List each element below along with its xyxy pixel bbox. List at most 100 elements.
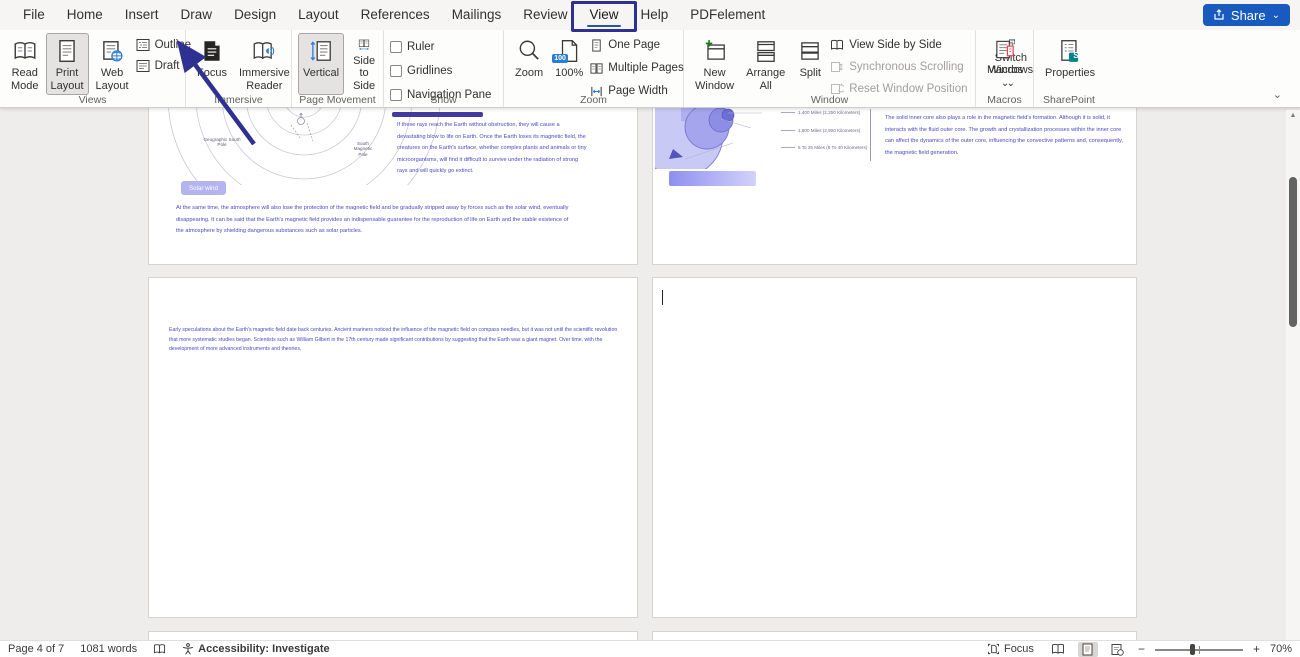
document-page-2[interactable]: 1,400 Miles (2,250 Kilometers) 1,800 Mil… <box>652 108 1137 265</box>
zoom-slider-thumb[interactable] <box>1190 644 1195 655</box>
immersive-reader-button[interactable]: Immersive Reader <box>234 33 295 95</box>
word-count[interactable]: 1081 words <box>80 643 137 655</box>
multiple-pages-button[interactable]: Multiple Pages <box>590 59 683 77</box>
print-layout-button[interactable]: Print Layout <box>46 33 89 95</box>
share-button[interactable]: Share <box>1203 4 1290 26</box>
document-canvas[interactable]: Geographic South Pole South Magnetic Pol… <box>0 108 1286 640</box>
zoom-button[interactable]: Zoom <box>510 33 548 95</box>
zoom-percentage[interactable]: 70% <box>1270 643 1292 655</box>
status-bar: Page 4 of 7 1081 words Accessibility: In… <box>0 640 1300 657</box>
ribbon-group-window: New Window Arrange All Split View Side b… <box>684 30 976 107</box>
share-caret-icon <box>1272 8 1280 23</box>
layer-label-3: 5 To 25 Miles (8 To 40 Kilometers) <box>798 145 867 150</box>
zoom-out-button[interactable] <box>1138 642 1145 656</box>
tab-design[interactable]: Design <box>223 0 287 30</box>
one-page-label: One Page <box>608 39 660 51</box>
ruler-checkbox[interactable]: Ruler <box>390 38 491 56</box>
tab-view[interactable]: View <box>578 0 629 30</box>
zoom-slider-center-notch <box>1199 646 1200 654</box>
print-layout-view-button[interactable] <box>1078 642 1098 657</box>
gridlines-label: Gridlines <box>407 65 452 77</box>
view-side-by-side-label: View Side by Side <box>849 39 941 51</box>
immersive-group-label: Immersive <box>186 94 291 106</box>
read-mode-icon <box>12 38 38 64</box>
page-indicator[interactable]: Page 4 of 7 <box>8 643 64 655</box>
vertical-button[interactable]: Vertical <box>298 33 344 95</box>
proofing-status[interactable] <box>153 643 166 655</box>
macros-label: Macros <box>987 64 1023 77</box>
focus-status-icon <box>987 643 1000 655</box>
read-mode-view-button[interactable] <box>1048 642 1068 657</box>
ruler-label: Ruler <box>407 41 434 53</box>
arrange-all-button[interactable]: Arrange All <box>741 33 790 95</box>
document-page-5[interactable] <box>148 631 638 640</box>
macros-button[interactable]: Macros <box>982 33 1028 95</box>
scrollbar-thumb[interactable] <box>1289 177 1297 327</box>
ribbon-group-macros: Macros Macros <box>976 30 1034 107</box>
document-page-6[interactable] <box>652 631 1137 640</box>
focus-label: Focus <box>197 67 227 80</box>
gridlines-checkbox[interactable]: Gridlines <box>390 62 491 80</box>
gradient-heading-bar <box>669 171 756 186</box>
zoom-in-button[interactable] <box>1253 642 1260 656</box>
ribbon-collapse-chevron-icon[interactable] <box>1273 88 1282 101</box>
scrollbar-up-arrow-icon[interactable] <box>1286 112 1300 119</box>
vertical-scrollbar[interactable] <box>1286 110 1300 640</box>
document-page-1[interactable]: Geographic South Pole South Magnetic Pol… <box>148 108 638 265</box>
ribbon-group-page-movement: Vertical Side to Side Page Movement <box>292 30 384 107</box>
zoom-100-button[interactable]: 100 100% <box>550 33 588 95</box>
layer-label-2: 1,800 Miles (2,900 Kilometers) <box>798 128 860 133</box>
synchronous-scrolling-label: Synchronous Scrolling <box>849 61 963 73</box>
tab-help[interactable]: Help <box>630 0 680 30</box>
layer-label-row: 5 To 25 Miles (8 To 40 Kilometers) <box>781 145 867 150</box>
tab-insert[interactable]: Insert <box>114 0 170 30</box>
tab-home[interactable]: Home <box>56 0 114 30</box>
properties-button[interactable]: S Properties <box>1040 33 1100 95</box>
multiple-pages-label: Multiple Pages <box>608 62 683 74</box>
tab-layout[interactable]: Layout <box>287 0 350 30</box>
leader-line <box>781 112 795 113</box>
accessibility-status[interactable]: Accessibility: Investigate <box>182 643 329 655</box>
synchronous-scrolling-button: Synchronous Scrolling <box>830 58 967 76</box>
document-page-3[interactable]: Early speculations about the Earth's mag… <box>148 277 638 618</box>
leader-line <box>781 130 795 131</box>
print-layout-icon <box>54 38 80 64</box>
side-to-side-button[interactable]: Side to Side <box>346 33 382 95</box>
draft-button[interactable]: Draft <box>136 57 191 75</box>
page-movement-group-label: Page Movement <box>292 94 383 106</box>
document-page-4[interactable] <box>652 277 1137 618</box>
tab-references[interactable]: References <box>350 0 441 30</box>
web-layout-view-button[interactable] <box>1108 642 1128 657</box>
new-window-button[interactable]: New Window <box>690 33 739 95</box>
ribbon-group-zoom: Zoom 100 100% One Page Multiple Pages <box>504 30 684 107</box>
ribbon-group-show: Ruler Gridlines Navigation Pane Show <box>384 30 504 107</box>
read-mode-button[interactable]: Read Mode <box>6 33 44 95</box>
ribbon-group-sharepoint: S Properties SharePoint <box>1034 30 1104 107</box>
arrange-all-icon <box>753 38 779 64</box>
accessibility-person-icon <box>182 643 194 655</box>
focus-button[interactable]: Focus <box>192 33 232 95</box>
zoom-slider[interactable] <box>1155 642 1243 656</box>
web-layout-button[interactable]: Web Layout <box>91 33 134 95</box>
focus-icon <box>199 38 225 64</box>
read-mode-mini-icon <box>1051 643 1065 655</box>
earth-core-diagram <box>655 108 770 169</box>
tab-pdfelement[interactable]: PDFelement <box>679 0 776 30</box>
one-page-button[interactable]: One Page <box>590 36 683 54</box>
tab-file[interactable]: File <box>12 0 56 30</box>
zoom-group-label: Zoom <box>504 94 683 106</box>
tab-review[interactable]: Review <box>512 0 578 30</box>
view-side-by-side-button[interactable]: View Side by Side <box>830 36 967 54</box>
sharepoint-group-label: SharePoint <box>1034 94 1104 106</box>
focus-status-label: Focus <box>1004 643 1034 655</box>
text-cursor <box>662 290 663 305</box>
active-tab-underline <box>587 25 620 28</box>
split-button[interactable]: Split <box>792 33 828 95</box>
tab-draw[interactable]: Draw <box>170 0 224 30</box>
focus-mode-button[interactable]: Focus <box>987 643 1034 655</box>
print-layout-mini-icon <box>1082 643 1093 656</box>
pole-label-geographic: Geographic South Pole <box>201 137 243 148</box>
tab-mailings[interactable]: Mailings <box>441 0 513 30</box>
outline-icon <box>136 38 150 52</box>
outline-button[interactable]: Outline <box>136 36 191 54</box>
